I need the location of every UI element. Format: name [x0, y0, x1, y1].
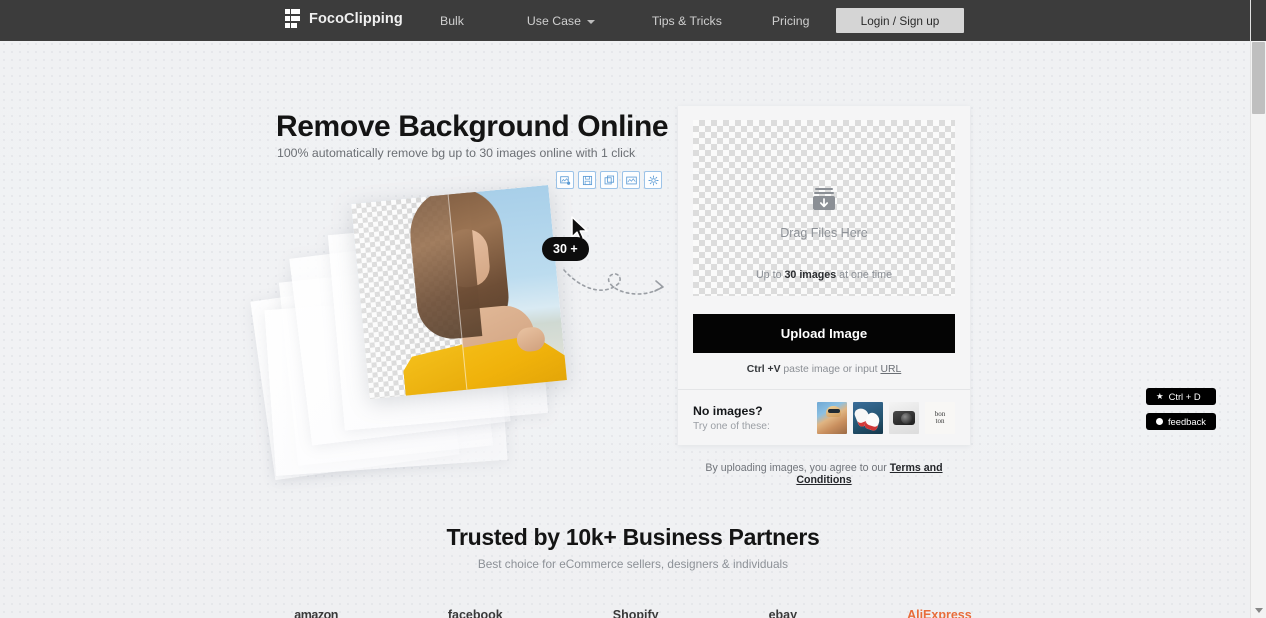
partner-logo-facebook: facebook — [447, 608, 503, 618]
nav-item-use-case[interactable]: Use Case — [527, 14, 595, 28]
page-subtitle: 100% automatically remove bg up to 30 im… — [277, 146, 636, 160]
nav-item-pricing-label: Pricing — [771, 13, 810, 28]
sample-images-title: No images? — [693, 404, 763, 418]
limit-suffix: at one time — [836, 269, 893, 281]
scrollbar-header-cap — [1251, 0, 1266, 41]
sample-images-text: No images? Try one of these: — [693, 404, 817, 432]
sample-white-sneakers[interactable] — [853, 402, 883, 434]
terms-text: By uploading images, you agree to our — [705, 462, 890, 474]
partner-logos: amazon facebook Shopify ebay AliExpress — [0, 608, 1266, 618]
page-title: Remove Background Online — [276, 110, 669, 143]
feedback-label: feedback — [1167, 416, 1206, 427]
nav-item-tips-tricks[interactable]: Tips & Tricks — [652, 14, 722, 28]
file-dropzone[interactable]: Drag Files Here Up to 30 images at one t… — [693, 120, 955, 296]
bookmark-shortcut-pill[interactable]: ★ Ctrl + D — [1145, 388, 1216, 405]
nav-item-bulk-label: Bulk — [440, 13, 464, 28]
trusted-section-subtitle: Best choice for eCommerce sellers, desig… — [477, 557, 789, 571]
hero-photo-before-after — [351, 184, 567, 400]
sample-thumbnails: bon ton — [817, 402, 955, 434]
dashed-arrow-icon — [560, 262, 670, 307]
partner-logo-amazon: amazon — [294, 608, 338, 618]
scroll-down-arrow-icon[interactable] — [1251, 603, 1266, 618]
bonton-line2: ton — [935, 417, 945, 425]
site-header: FocoClipping Bulk Use Case Tips & Tricks… — [0, 0, 1266, 41]
main-navigation: Bulk Use Case Tips & Tricks Pricing — [440, 0, 809, 41]
download-tray-icon — [810, 186, 838, 217]
bookmark-shortcut-label: Ctrl + D — [1168, 391, 1201, 402]
nav-item-tips-tricks-label: Tips & Tricks — [651, 13, 722, 28]
terms-notice: By uploading images, you agree to our Te… — [678, 462, 970, 486]
dropzone-limit-text: Up to 30 images at one time — [693, 269, 955, 281]
paste-hint: Ctrl +V paste image or input URL — [678, 364, 970, 375]
hero-image-stack — [240, 180, 660, 500]
page-root: FocoClipping Bulk Use Case Tips & Tricks… — [0, 0, 1266, 618]
paste-shortcut: Ctrl +V — [746, 364, 781, 375]
upload-panel: Drag Files Here Up to 30 images at one t… — [678, 106, 970, 445]
partner-logo-aliexpress: AliExpress — [907, 608, 972, 618]
limit-strong: 30 images — [784, 269, 837, 281]
limit-prefix: Up to — [755, 269, 785, 281]
upload-image-button[interactable]: Upload Image — [693, 314, 955, 353]
nav-item-use-case-label: Use Case — [526, 13, 581, 28]
sample-images-subtitle: Try one of these: — [693, 421, 770, 432]
sample-woman-sunglasses[interactable] — [817, 402, 847, 434]
brand-name: FocoClipping — [309, 10, 403, 27]
dropzone-label: Drag Files Here — [780, 226, 868, 240]
image-count-badge: 30 + — [542, 237, 589, 261]
foco-blocks-logo-icon — [285, 9, 300, 28]
dot-icon — [1155, 418, 1163, 425]
nav-item-pricing[interactable]: Pricing — [772, 14, 810, 28]
sample-camera[interactable] — [889, 402, 919, 434]
chevron-down-icon — [586, 19, 595, 24]
feedback-pill[interactable]: feedback — [1145, 413, 1216, 430]
nav-item-bulk[interactable]: Bulk — [440, 14, 464, 28]
trusted-section-title: Trusted by 10k+ Business Partners — [446, 524, 820, 550]
vertical-scrollbar[interactable] — [1250, 0, 1266, 618]
sample-bonton-logo[interactable]: bon ton — [925, 402, 955, 434]
brand-logo-link[interactable]: FocoClipping — [285, 9, 403, 28]
floating-side-widgets: ★ Ctrl + D feedback — [1145, 388, 1216, 430]
scrollbar-thumb[interactable] — [1252, 42, 1265, 114]
paste-url-link[interactable]: URL — [880, 364, 901, 375]
partner-logo-ebay: ebay — [768, 608, 798, 618]
star-icon: ★ — [1155, 391, 1164, 401]
sample-images-section: No images? Try one of these: bon ton — [693, 402, 955, 434]
login-signup-button[interactable]: Login / Sign up — [836, 8, 964, 33]
paste-hint-text: paste image or input — [780, 364, 881, 375]
panel-divider — [678, 389, 970, 390]
partner-logo-shopify: Shopify — [612, 608, 659, 618]
